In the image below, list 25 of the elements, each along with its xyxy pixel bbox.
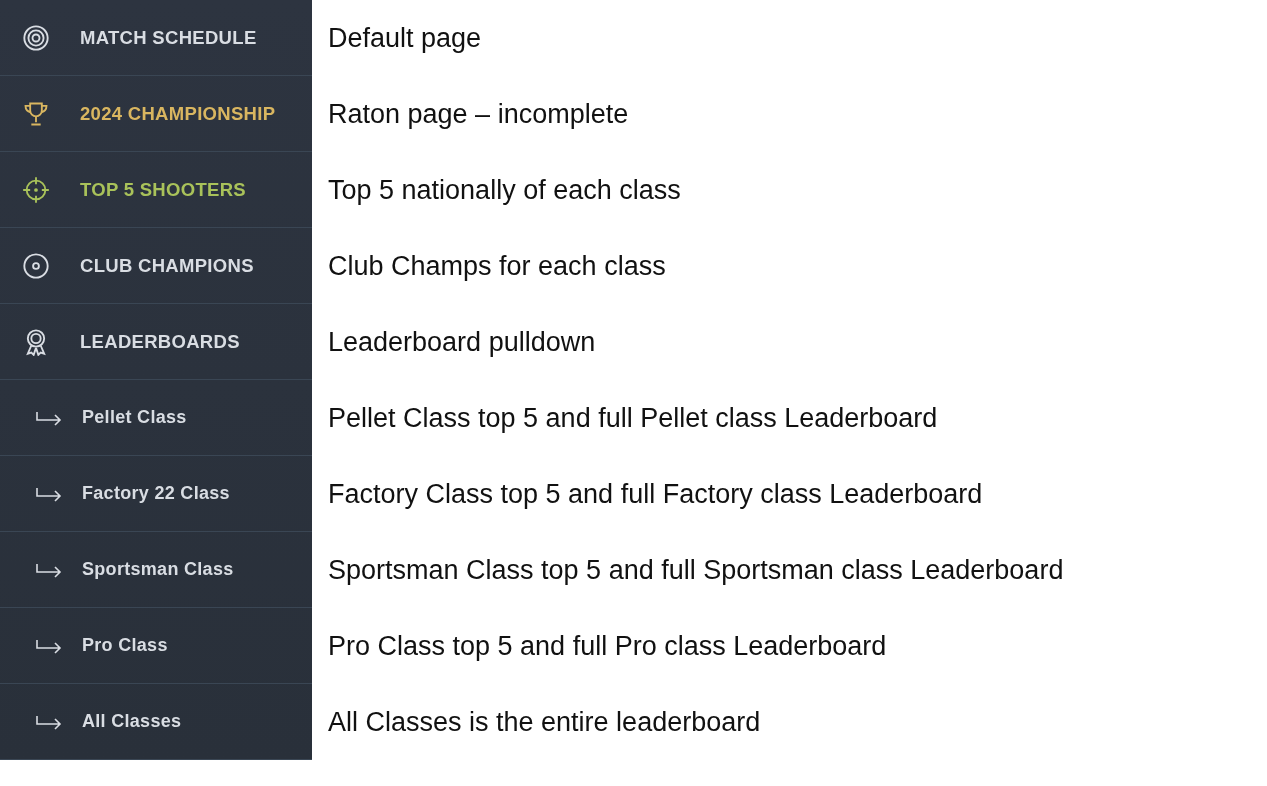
annotation-text: Leaderboard pulldown bbox=[328, 326, 596, 358]
menu-item[interactable]: CLUB CHAMPIONS bbox=[80, 254, 254, 277]
submenu-item[interactable]: Pro Class bbox=[82, 635, 168, 656]
annotation-text: Default page bbox=[328, 22, 482, 54]
annotation-text: Sportsman Class top 5 and full Sportsman class Leaderboard bbox=[328, 554, 1064, 586]
annotation-text: Club Champs for each class bbox=[328, 250, 666, 282]
menu-item[interactable]: MATCH SCHEDULE bbox=[80, 26, 257, 49]
menu-item[interactable]: 2024 CHAMPIONSHIP bbox=[80, 102, 276, 125]
annotation-text: Top 5 nationally of each class bbox=[328, 174, 681, 206]
annotation-text: Pellet Class top 5 and full Pellet class Leaderboard bbox=[328, 402, 938, 434]
arrow-icon bbox=[34, 637, 64, 654]
menu-item[interactable]: TOP 5 SHOOTERS bbox=[80, 178, 246, 201]
arrow-icon bbox=[34, 713, 64, 730]
arrow-icon bbox=[34, 409, 64, 426]
submenu-item[interactable]: Sportsman Class bbox=[82, 559, 234, 580]
annotation-text: All Classes is the entire leaderboard bbox=[328, 706, 761, 738]
arrow-icon bbox=[34, 485, 64, 502]
annotation-text: Factory Class top 5 and full Factory class Leaderboard bbox=[328, 478, 983, 510]
menu-item[interactable]: LEADERBOARDS bbox=[80, 330, 240, 353]
submenu-item[interactable]: Factory 22 Class bbox=[82, 483, 230, 504]
annotation-text: Pro Class top 5 and full Pro class Leaderboard bbox=[328, 630, 887, 662]
arrow-icon bbox=[34, 561, 64, 578]
submenu-item[interactable]: Pellet Class bbox=[82, 407, 187, 428]
annotation-text: Raton page – incomplete bbox=[328, 98, 629, 130]
submenu-item[interactable]: All Classes bbox=[82, 711, 182, 732]
